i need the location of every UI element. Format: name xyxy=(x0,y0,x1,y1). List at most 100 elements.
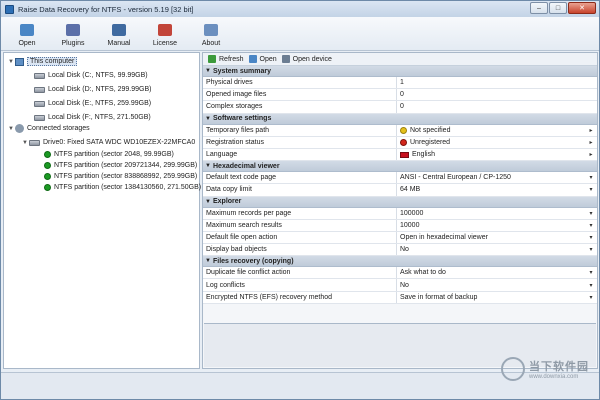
property-name: Log conflicts xyxy=(203,279,397,291)
property-value: Unregistered xyxy=(410,138,451,146)
category-software-settings[interactable]: ▼ Software settings xyxy=(203,113,597,125)
property-value: 10000 xyxy=(400,221,420,229)
manual-label: Manual xyxy=(107,40,131,47)
chevron-down-icon[interactable]: ▾ xyxy=(585,174,597,181)
property-name: Default file open action xyxy=(203,231,397,244)
partition-label: NTFS partition (sector 838868992, 259.99… xyxy=(54,173,198,180)
property-row[interactable]: Default text code page ANSI - Central Eu… xyxy=(203,172,597,185)
property-row[interactable]: Default file open action Open in hexadec… xyxy=(203,231,597,245)
property-row[interactable]: Registration status Unregistered ▸ xyxy=(203,136,597,149)
chevron-down-icon[interactable]: ▾ xyxy=(585,234,597,241)
category-files-recovery[interactable]: ▼ Files recovery (copying) xyxy=(203,256,597,268)
property-value: Open in hexadecimal viewer xyxy=(400,233,488,241)
tree-node-partition[interactable]: NTFS partition (sector 2048, 99.99GB) xyxy=(44,149,174,160)
property-row[interactable]: Display bad objects No ▾ xyxy=(203,244,597,257)
chevron-down-icon[interactable]: ▾ xyxy=(585,282,597,289)
tree-node-disk[interactable]: Local Disk (D:, NTFS, 299.99GB) xyxy=(34,84,151,95)
property-row[interactable]: Maximum records per page 100000 ▾ xyxy=(203,207,597,220)
property-name: Data copy limit xyxy=(203,184,397,196)
refresh-button[interactable]: Refresh xyxy=(208,55,244,63)
disk-label: Local Disk (D:, NTFS, 299.99GB) xyxy=(48,86,152,93)
title-bar: Raise Data Recovery for NTFS - version 5… xyxy=(1,1,599,17)
chevron-down-icon[interactable]: ▾ xyxy=(585,222,597,229)
collapse-toggle-icon[interactable]: ▼ xyxy=(8,126,15,132)
property-value: 100000 xyxy=(400,209,424,217)
tree-node-partition[interactable]: NTFS partition (sector 209721344, 299.99… xyxy=(44,160,197,171)
property-value: Save in format of backup xyxy=(400,293,478,301)
computer-icon xyxy=(15,57,24,66)
disk-icon xyxy=(34,72,45,79)
chevron-down-icon[interactable]: ▾ xyxy=(585,246,597,253)
property-value: 0 xyxy=(400,103,404,111)
about-icon xyxy=(204,24,218,36)
tree-node-drive[interactable]: ▼ Drive0: Fixed SATA WDC WD10EZEX-22MFCA… xyxy=(22,137,195,148)
property-value: ANSI - Central European / CP-1250 xyxy=(400,174,511,182)
property-row[interactable]: Duplicate file conflict action Ask what … xyxy=(203,267,597,280)
property-row[interactable]: Maximum search results 10000 ▾ xyxy=(203,219,597,232)
property-row[interactable]: Data copy limit 64 MB ▾ xyxy=(203,184,597,197)
chevron-down-icon[interactable]: ▾ xyxy=(585,210,597,217)
property-value: Ask what to do xyxy=(400,269,446,277)
category-hex-viewer[interactable]: ▼ Hexadecimal viewer xyxy=(203,161,597,173)
property-name: Physical drives xyxy=(203,77,397,89)
open-file-button[interactable]: Open xyxy=(248,55,277,63)
partition-status-icon xyxy=(44,184,51,191)
partition-status-icon xyxy=(44,151,51,158)
chevron-right-icon[interactable]: ▸ xyxy=(585,139,597,146)
plugins-label: Plugins xyxy=(61,40,85,47)
watermark: 当下软件园 www.downxia.com xyxy=(501,357,589,381)
collapse-toggle-icon[interactable]: ▼ xyxy=(203,163,213,169)
property-row[interactable]: Language English ▸ xyxy=(203,148,597,162)
category-system-summary[interactable]: ▼ System summary xyxy=(203,66,597,77)
flag-icon xyxy=(400,151,409,158)
partition-label: NTFS partition (sector 2048, 99.99GB) xyxy=(54,151,174,158)
partition-label: NTFS partition (sector 209721344, 299.99… xyxy=(54,162,198,169)
tree-node-partition[interactable]: NTFS partition (sector 838868992, 259.99… xyxy=(44,171,197,182)
chevron-right-icon[interactable]: ▸ xyxy=(585,151,597,158)
property-value: No xyxy=(400,281,409,289)
property-value: 0 xyxy=(400,91,404,99)
tree-node-partition[interactable]: NTFS partition (sector 1384130560, 271.5… xyxy=(44,182,201,193)
refresh-icon xyxy=(208,55,216,63)
maximize-button[interactable]: □ xyxy=(549,2,567,14)
open-device-button[interactable]: Open device xyxy=(281,55,332,63)
app-window: Raise Data Recovery for NTFS - version 5… xyxy=(0,0,600,400)
property-row[interactable]: Log conflicts No ▾ xyxy=(203,279,597,292)
collapse-toggle-icon[interactable]: ▼ xyxy=(8,59,15,65)
tree-node-disk[interactable]: Local Disk (E:, NTFS, 259.99GB) xyxy=(34,98,151,109)
license-button[interactable]: License xyxy=(145,17,185,50)
chevron-right-icon[interactable]: ▸ xyxy=(585,127,597,134)
plugins-button[interactable]: Plugins xyxy=(53,17,93,50)
collapse-toggle-icon[interactable]: ▼ xyxy=(203,258,213,264)
collapse-toggle-icon[interactable]: ▼ xyxy=(22,140,29,146)
chevron-down-icon[interactable]: ▾ xyxy=(585,294,597,301)
property-row: Complex storages 0 xyxy=(203,101,597,114)
property-name: Temporary files path xyxy=(203,124,397,136)
property-row[interactable]: Encrypted NTFS (EFS) recovery method Sav… xyxy=(203,291,597,304)
disk-icon xyxy=(34,100,45,107)
this-computer-label: This computer xyxy=(27,57,78,66)
device-tree: ▼ This computer Local Disk (C:, NTFS, 99… xyxy=(3,52,201,369)
manual-button[interactable]: Manual xyxy=(99,17,139,50)
chevron-down-icon[interactable]: ▾ xyxy=(585,186,597,193)
collapse-toggle-icon[interactable]: ▼ xyxy=(203,68,213,74)
property-value: 1 xyxy=(400,79,404,87)
watermark-title: 当下软件园 xyxy=(529,361,589,373)
tree-node-disk[interactable]: Local Disk (C:, NTFS, 99.99GB) xyxy=(34,70,148,81)
close-button[interactable]: ✕ xyxy=(568,2,596,14)
open-button[interactable]: Open xyxy=(7,17,47,50)
window-controls: – □ ✕ xyxy=(529,2,596,14)
chevron-down-icon[interactable]: ▾ xyxy=(585,269,597,276)
minimize-button[interactable]: – xyxy=(530,2,548,14)
tree-node-connected-storages[interactable]: ▼ Connected storages xyxy=(8,123,90,134)
collapse-toggle-icon[interactable]: ▼ xyxy=(203,116,213,122)
collapse-toggle-icon[interactable]: ▼ xyxy=(203,199,213,205)
tree-node-disk[interactable]: Local Disk (F:, NTFS, 271.50GB) xyxy=(34,112,151,123)
category-explorer[interactable]: ▼ Explorer xyxy=(203,196,597,208)
storage-icon xyxy=(15,124,24,133)
property-row[interactable]: Temporary files path Not specified ▸ xyxy=(203,124,597,137)
plugins-icon xyxy=(66,24,80,36)
open-device-icon xyxy=(281,55,290,63)
tree-node-this-computer[interactable]: ▼ This computer xyxy=(8,56,78,67)
about-button[interactable]: About xyxy=(191,17,231,50)
